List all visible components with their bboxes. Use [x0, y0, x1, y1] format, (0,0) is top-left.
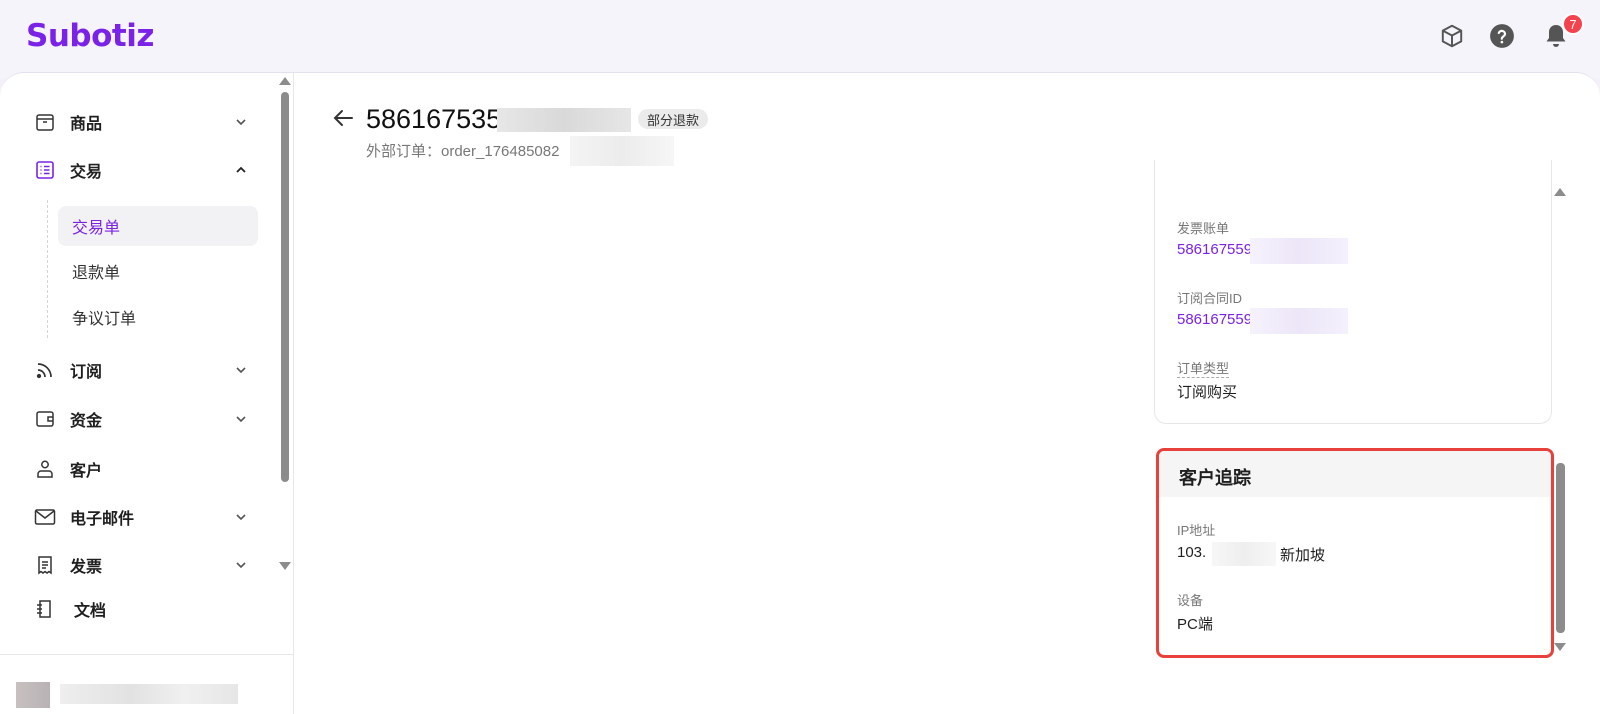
sidebar-item-docs[interactable]: 文档: [34, 592, 249, 626]
sidebar-item-subscriptions[interactable]: 订阅: [34, 353, 249, 387]
sidebar-item-label: 发票: [70, 559, 103, 576]
content-scroll-down-arrow[interactable]: [1554, 643, 1566, 651]
order-type-label: 订单类型: [1177, 358, 1230, 378]
chevron-down-icon: [236, 367, 246, 374]
contract-id-label: 订阅合同ID: [1177, 291, 1243, 306]
device-value: PC端: [1177, 616, 1213, 633]
help-icon[interactable]: [1488, 22, 1516, 50]
sidebar-item-label: 交易: [70, 164, 103, 181]
brand-logo[interactable]: Subotiz: [26, 18, 154, 54]
avatar[interactable]: [16, 682, 50, 708]
external-order-id: 外部订单：order_176485082: [366, 143, 560, 160]
redacted-ip: [1212, 542, 1276, 566]
list-icon: [34, 159, 56, 181]
sidebar-scroll-down-arrow[interactable]: [279, 562, 291, 570]
content-scroll-up-arrow[interactable]: [1554, 188, 1566, 196]
chevron-down-icon: [236, 416, 246, 423]
sidebar-item-label: 电子邮件: [70, 511, 135, 528]
sidebar-subitem-transaction-orders[interactable]: 交易单: [58, 206, 258, 246]
account-name-redacted[interactable]: [60, 684, 238, 704]
sidebar-item-email[interactable]: 电子邮件: [34, 500, 249, 534]
order-type-value: 订阅购买: [1177, 384, 1238, 401]
ip-address-prefix: 103.: [1177, 544, 1207, 561]
chevron-up-icon: [236, 166, 246, 173]
sidebar-item-label: 文档: [74, 603, 107, 620]
wallet-icon: [34, 408, 56, 430]
box-icon: [34, 111, 56, 133]
sidebar-item-funds[interactable]: 资金: [34, 402, 249, 436]
sidebar-item-label: 订阅: [70, 364, 103, 381]
status-badge: 部分退款: [638, 109, 709, 129]
cube-icon[interactable]: [1438, 22, 1466, 50]
back-arrow-icon[interactable]: [332, 106, 356, 130]
ip-location: 新加坡: [1280, 547, 1326, 564]
top-bar: Subotiz: [0, 0, 1600, 78]
chevron-down-icon: [236, 119, 246, 126]
content-scrollbar[interactable]: [1556, 463, 1565, 633]
contract-id-link[interactable]: 586167559: [1177, 311, 1252, 328]
invoice-link[interactable]: 586167559: [1177, 241, 1252, 258]
redacted-contract-id: [1250, 308, 1348, 334]
sidebar-item-products[interactable]: 商品: [34, 105, 249, 139]
sidebar-item-label: 资金: [70, 413, 103, 430]
user-icon: [34, 458, 56, 480]
invoice-icon: [34, 554, 56, 576]
chevron-down-icon: [236, 514, 246, 521]
sidebar-item-transactions[interactable]: 交易: [34, 153, 249, 187]
sidebar-subitem-refund-orders[interactable]: 退款单: [58, 251, 258, 291]
card-title: 客户追踪: [1179, 468, 1251, 488]
sidebar-scrollbar[interactable]: [281, 92, 289, 482]
redacted-external-order: [570, 136, 674, 166]
rss-icon: [34, 359, 56, 381]
mail-icon: [34, 506, 56, 528]
chevron-down-icon: [236, 562, 246, 569]
sidebar-subitem-dispute-orders[interactable]: 争议订单: [58, 297, 258, 337]
card-header: 客户追踪: [1159, 451, 1551, 497]
sidebar-item-invoices[interactable]: 发票: [34, 548, 249, 582]
sidebar-item-label: 商品: [70, 116, 103, 133]
redacted-invoice-id: [1250, 238, 1348, 264]
customer-email-clipped[interactable]: [1178, 174, 1338, 184]
sidebar-item-label: 客户: [70, 463, 103, 480]
sidebar-scroll-up-arrow[interactable]: [279, 77, 291, 85]
page-title: 586167535: [366, 104, 502, 134]
submenu-guide-line: [47, 200, 48, 338]
invoice-label: 发票账单: [1177, 221, 1230, 236]
redacted-order-id: [497, 108, 631, 132]
sidebar-item-customers[interactable]: 客户: [34, 452, 249, 486]
doc-icon: [34, 598, 56, 620]
device-label: 设备: [1177, 593, 1204, 608]
ip-address-label: IP地址: [1177, 523, 1216, 538]
notification-count-badge: 7: [1562, 13, 1584, 35]
